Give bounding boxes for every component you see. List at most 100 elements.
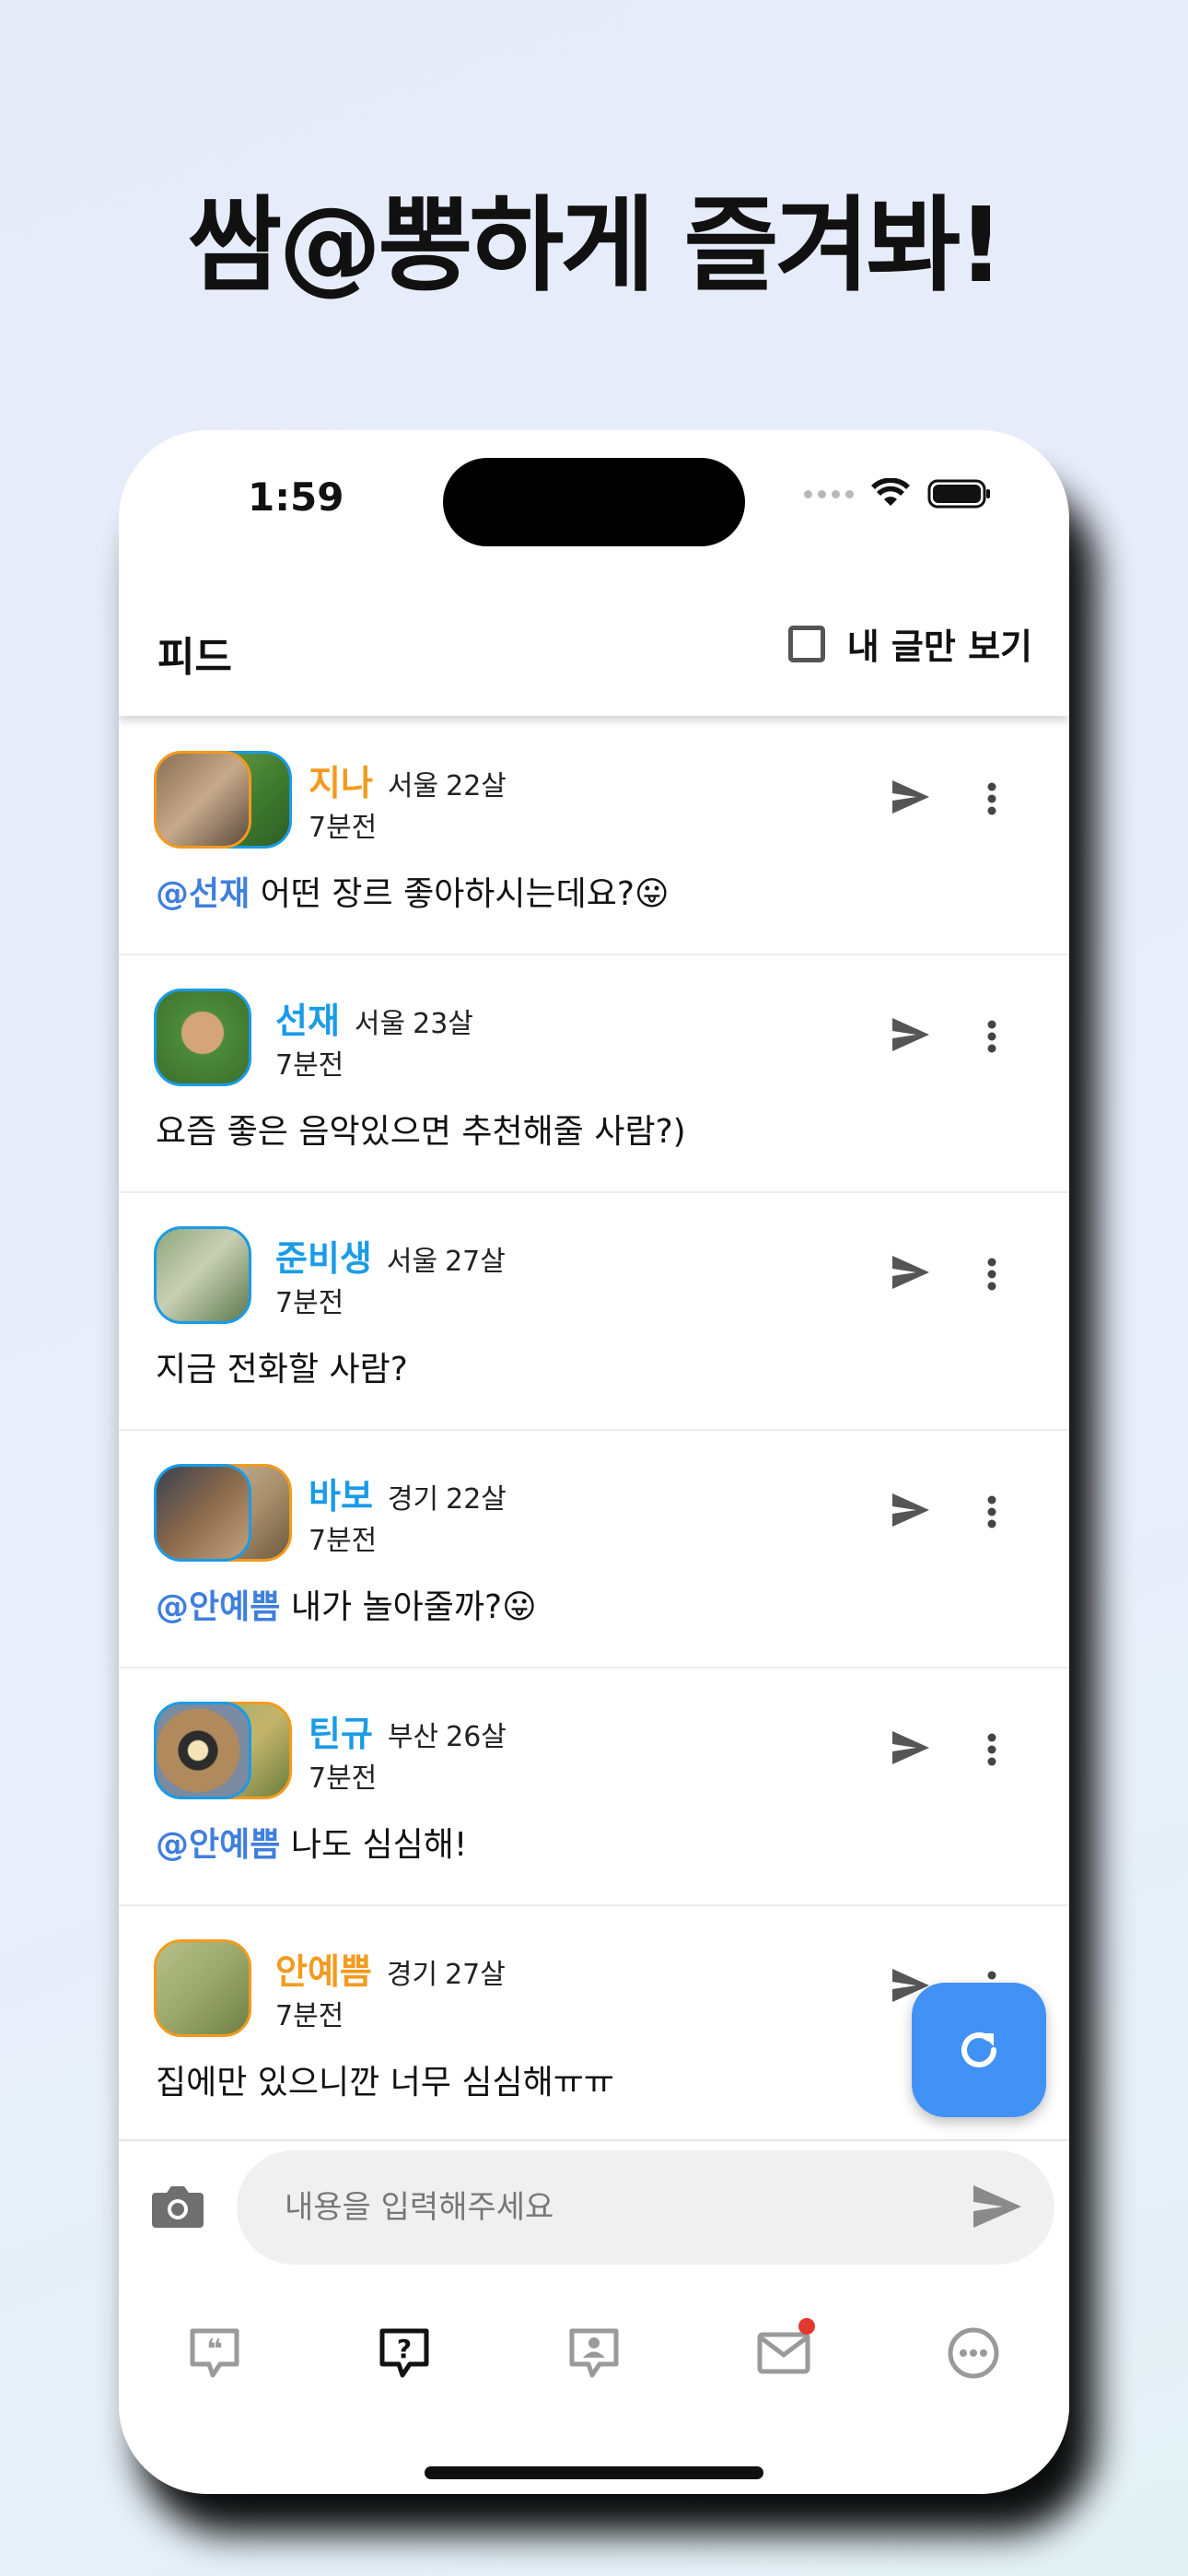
post-time: 7분전 bbox=[275, 1049, 344, 1082]
author-line: 안예쁨 경기 27살 bbox=[275, 1943, 506, 1994]
composer-bar bbox=[119, 2139, 1069, 2279]
post-time: 7분전 bbox=[309, 812, 378, 844]
post-time: 7분전 bbox=[309, 1525, 378, 1557]
more-vertical-icon[interactable] bbox=[986, 782, 997, 815]
author-age: 26살 bbox=[446, 1721, 507, 1753]
more-vertical-icon[interactable] bbox=[986, 1258, 997, 1291]
author-nickname[interactable]: 안예쁨 bbox=[275, 1943, 372, 1994]
post-text: 지금 전화할 사람? bbox=[156, 1351, 408, 1388]
cellular-icon bbox=[804, 489, 854, 498]
app-header: 피드 내 글만 보기 bbox=[119, 578, 1069, 716]
more-vertical-icon[interactable] bbox=[986, 1733, 997, 1766]
bottom-tab-bar: ❝ ? bbox=[119, 2277, 1069, 2416]
tab-more[interactable] bbox=[946, 2325, 1001, 2381]
author-age: 22살 bbox=[446, 770, 507, 802]
post-body: @선재 어떤 장르 좋아하시는데요?😛 bbox=[156, 867, 670, 915]
tab-profile[interactable] bbox=[566, 2325, 622, 2381]
post-text: 어떤 장르 좋아하시는데요?😛 bbox=[260, 875, 670, 913]
author-line: 틴규 부산 26살 bbox=[309, 1705, 507, 1756]
mention-link[interactable]: @선재 bbox=[156, 875, 250, 913]
tab-question[interactable]: ? bbox=[377, 2325, 432, 2381]
post-time: 7분전 bbox=[275, 1287, 344, 1319]
author-line: 바보 경기 22살 bbox=[309, 1468, 507, 1518]
post-body: 집에만 있으니깐 너무 심심해ㅠㅠ bbox=[156, 2055, 614, 2103]
post-text: 집에만 있으니깐 너무 심심해ㅠㅠ bbox=[156, 2064, 615, 2102]
send-icon[interactable] bbox=[891, 1254, 931, 1291]
svg-text:?: ? bbox=[397, 2334, 412, 2364]
dynamic-island bbox=[443, 458, 745, 546]
feed-post[interactable]: 선재 서울 23살 7분전 요즘 좋은 음악있으면 추천해줄 사람?) bbox=[119, 955, 1069, 1193]
author-region: 서울 bbox=[386, 1246, 438, 1278]
more-vertical-icon[interactable] bbox=[986, 1495, 997, 1528]
send-icon[interactable] bbox=[972, 2184, 1023, 2230]
avatar bbox=[154, 1702, 251, 1799]
send-icon[interactable] bbox=[891, 1729, 931, 1766]
post-text: 나도 심심해! bbox=[290, 1826, 468, 1864]
quote-bubble-icon: ❝ bbox=[190, 2328, 239, 2378]
camera-icon[interactable] bbox=[150, 2182, 205, 2230]
send-icon[interactable] bbox=[891, 1016, 931, 1053]
my-posts-only-checkbox[interactable] bbox=[787, 625, 825, 662]
question-bubble-icon: ? bbox=[379, 2328, 429, 2378]
author-age: 23살 bbox=[413, 1008, 473, 1040]
author-age: 27살 bbox=[445, 1959, 506, 1991]
author-region: 경기 bbox=[386, 1959, 438, 1991]
feed-post[interactable]: 틴규 부산 26살 7분전 @안예쁨 나도 심심해! bbox=[119, 1669, 1069, 1906]
author-nickname[interactable]: 바보 bbox=[309, 1468, 373, 1518]
my-posts-only-label: 내 글만 보기 bbox=[846, 626, 1032, 667]
mention-link[interactable]: @안예쁨 bbox=[156, 1588, 280, 1626]
author-line: 지나 서울 22살 bbox=[309, 755, 507, 805]
unread-badge bbox=[798, 2318, 815, 2335]
author-nickname[interactable]: 선재 bbox=[275, 992, 340, 1043]
author-region: 부산 bbox=[387, 1721, 439, 1753]
post-body: 지금 전화할 사람? bbox=[156, 1342, 408, 1390]
message-input-box[interactable] bbox=[237, 2150, 1054, 2265]
author-age: 27살 bbox=[445, 1246, 506, 1278]
feed-post[interactable]: 바보 경기 22살 7분전 @안예쁨 내가 놀아줄까?😛 bbox=[119, 1431, 1069, 1669]
battery-icon bbox=[927, 479, 990, 509]
avatar bbox=[154, 1939, 251, 2037]
author-nickname[interactable]: 틴규 bbox=[309, 1705, 373, 1756]
feed-post[interactable]: 준비생 서울 27살 7분전 지금 전화할 사람? bbox=[119, 1193, 1069, 1431]
post-text: 내가 놀아줄까?😛 bbox=[290, 1588, 537, 1626]
send-icon[interactable] bbox=[891, 1492, 931, 1528]
phone-frame: 1:59 피드 내 글만 보기 지나 서울 22살 7분전 @선재 어떤 장르 … bbox=[119, 430, 1069, 2494]
author-age: 22살 bbox=[446, 1483, 507, 1516]
wifi-icon bbox=[871, 478, 910, 506]
author-region: 서울 bbox=[354, 1008, 406, 1040]
post-body: @안예쁨 내가 놀아줄까?😛 bbox=[156, 1580, 537, 1628]
svg-text:❝: ❝ bbox=[206, 2334, 223, 2366]
more-circle-icon bbox=[948, 2327, 999, 2379]
my-posts-only-toggle[interactable]: 내 글만 보기 bbox=[787, 618, 1032, 669]
home-indicator bbox=[425, 2466, 763, 2479]
tab-mail[interactable] bbox=[756, 2318, 815, 2381]
profile-bubble-icon bbox=[569, 2328, 619, 2378]
status-bar: 1:59 bbox=[119, 430, 1069, 578]
more-vertical-icon[interactable] bbox=[986, 1020, 997, 1053]
author-line: 준비생 서울 27살 bbox=[275, 1230, 506, 1281]
post-text: 요즘 좋은 음악있으면 추천해줄 사람?) bbox=[156, 1113, 686, 1151]
promo-headline: 쌈@뽕하게 즐겨봐! bbox=[187, 186, 1004, 306]
post-time: 7분전 bbox=[275, 2000, 344, 2032]
mention-link[interactable]: @안예쁨 bbox=[156, 1826, 280, 1864]
author-nickname[interactable]: 준비생 bbox=[275, 1230, 372, 1281]
status-time: 1:59 bbox=[248, 474, 344, 520]
refresh-icon bbox=[961, 2032, 996, 2067]
message-input[interactable] bbox=[283, 2176, 913, 2239]
author-nickname[interactable]: 지나 bbox=[309, 755, 373, 805]
feed-post[interactable]: 지나 서울 22살 7분전 @선재 어떤 장르 좋아하시는데요?😛 bbox=[119, 718, 1069, 955]
avatar bbox=[154, 989, 251, 1086]
refresh-button[interactable] bbox=[912, 1983, 1046, 2117]
post-time: 7분전 bbox=[309, 1762, 378, 1795]
author-region: 경기 bbox=[387, 1483, 439, 1516]
avatar bbox=[154, 751, 251, 849]
avatar bbox=[154, 1226, 251, 1324]
feed-list: 지나 서울 22살 7분전 @선재 어떤 장르 좋아하시는데요?😛 선재 서울 … bbox=[119, 718, 1069, 2144]
avatar bbox=[154, 1464, 251, 1562]
tab-quote[interactable]: ❝ bbox=[187, 2325, 242, 2381]
send-icon[interactable] bbox=[891, 779, 931, 815]
post-body: 요즘 좋은 음악있으면 추천해줄 사람?) bbox=[156, 1105, 686, 1153]
author-region: 서울 bbox=[387, 770, 439, 802]
post-body: @안예쁨 나도 심심해! bbox=[156, 1818, 467, 1866]
page-title: 피드 bbox=[157, 634, 232, 681]
